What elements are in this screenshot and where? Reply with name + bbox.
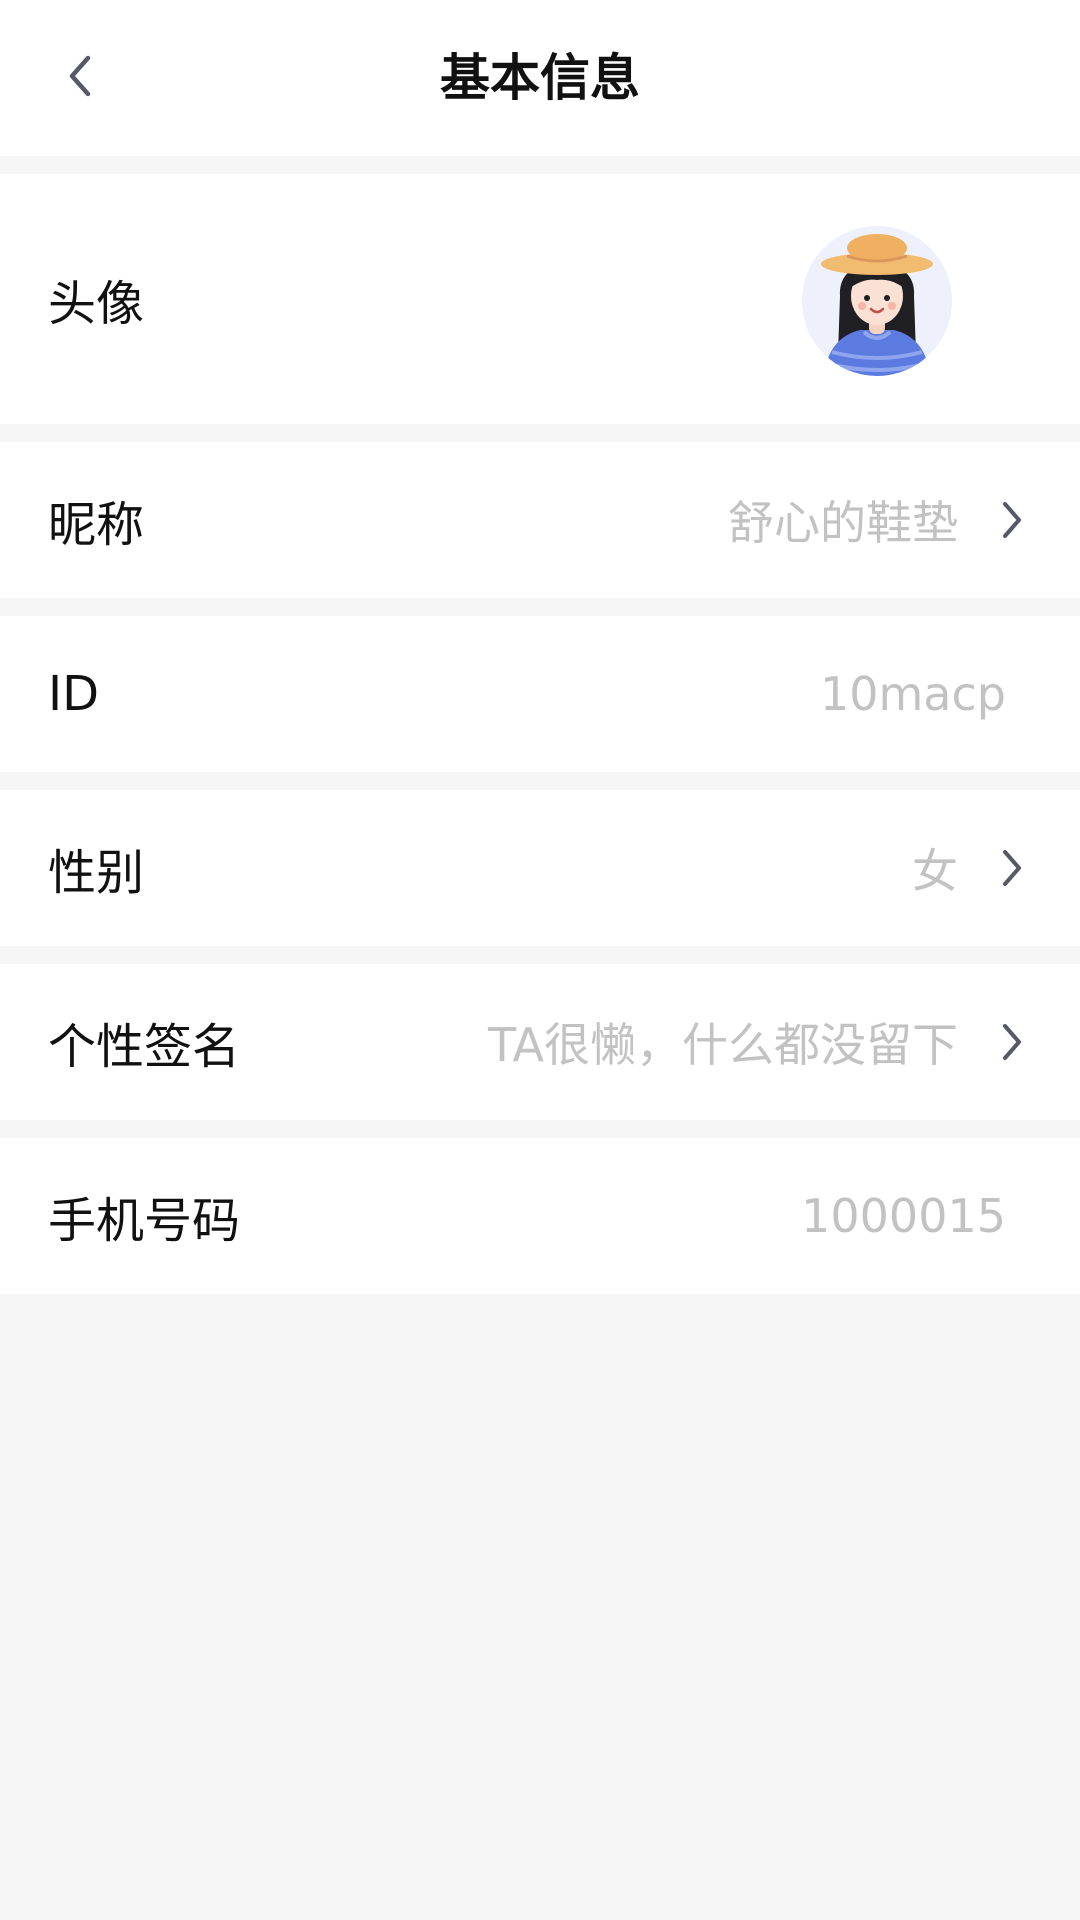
back-button[interactable]	[48, 44, 112, 108]
row-avatar[interactable]: 头像	[0, 174, 1080, 424]
gender-label: 性别	[48, 845, 145, 901]
chevron-right-icon	[992, 442, 1032, 598]
chevron-left-icon	[69, 55, 91, 97]
phone-value: 1000015	[801, 1189, 1006, 1243]
nickname-label: 昵称	[48, 497, 145, 553]
signature-value: TA很懒，什么都没留下	[488, 1018, 958, 1072]
top-bar: 基本信息	[0, 0, 1080, 156]
row-nickname[interactable]: 昵称 舒心的鞋垫	[0, 442, 1080, 598]
avatar-illustration	[802, 226, 952, 376]
row-id: ID 10macp	[0, 616, 1080, 772]
avatar[interactable]	[802, 226, 952, 376]
page-title: 基本信息	[440, 49, 640, 107]
row-signature[interactable]: 个性签名 TA很懒，什么都没留下	[0, 964, 1080, 1120]
row-gender[interactable]: 性别 女	[0, 790, 1080, 946]
phone-label: 手机号码	[48, 1193, 241, 1249]
id-value: 10macp	[819, 667, 1006, 721]
id-label: ID	[48, 666, 100, 722]
nickname-value: 舒心的鞋垫	[728, 496, 958, 550]
row-phone: 手机号码 1000015	[0, 1138, 1080, 1294]
gender-value: 女	[912, 844, 958, 898]
avatar-label: 头像	[48, 276, 145, 332]
chevron-right-icon	[992, 790, 1032, 946]
signature-label: 个性签名	[48, 1019, 241, 1075]
chevron-right-icon	[992, 964, 1032, 1120]
